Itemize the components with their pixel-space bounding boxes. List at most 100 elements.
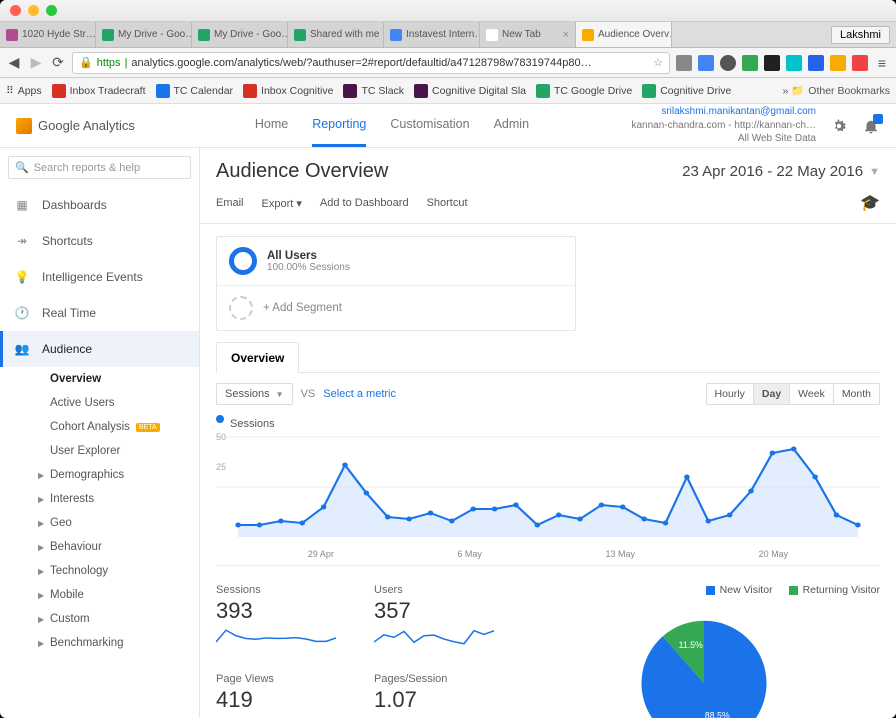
- url-text: |: [125, 57, 128, 69]
- metric-page-views[interactable]: Page Views419: [216, 673, 358, 718]
- bookmark-item[interactable]: TC Google Drive: [536, 84, 632, 98]
- sidebar-item-audience[interactable]: 👥Audience: [0, 331, 199, 367]
- sidebar-sub-geo[interactable]: ▶ Geo: [38, 511, 199, 535]
- sidebar-sub-mobile[interactable]: ▶Mobile: [38, 583, 199, 607]
- extension-icon[interactable]: [676, 55, 692, 71]
- extension-icon[interactable]: [830, 55, 846, 71]
- browser-tab[interactable]: Instavest Intern…×: [384, 22, 480, 47]
- sidebar-sub-interests[interactable]: ▶Interests: [38, 487, 199, 511]
- gran-week[interactable]: Week: [789, 384, 833, 404]
- forward-button[interactable]: ▶: [28, 55, 44, 71]
- sub-label: Custom: [50, 613, 90, 625]
- toolbar-shortcut[interactable]: Shortcut: [427, 197, 468, 209]
- bookmark-item[interactable]: Inbox Cognitive: [243, 84, 333, 98]
- tab-title: New Tab: [502, 29, 541, 40]
- extension-icon[interactable]: [698, 55, 714, 71]
- sub-label: Behaviour: [50, 541, 102, 553]
- segment-name: All Users: [267, 250, 350, 262]
- ga-product-name: Google Analytics: [38, 118, 135, 133]
- sidebar-sub-user-explorer[interactable]: User Explorer: [38, 439, 199, 463]
- sidebar-item-intelligence-events[interactable]: 💡Intelligence Events: [0, 259, 199, 295]
- add-segment[interactable]: + Add Segment: [217, 285, 575, 330]
- close-window-button[interactable]: [10, 5, 21, 16]
- browser-tab[interactable]: Audience Overv…×: [576, 22, 672, 47]
- sidebar-sub-behaviour[interactable]: ▶Behaviour: [38, 535, 199, 559]
- caret-icon: ▶: [38, 519, 46, 528]
- sidebar-item-dashboards[interactable]: ▦Dashboards: [0, 187, 199, 223]
- nav-home[interactable]: Home: [255, 104, 288, 147]
- sidebar-sub-overview[interactable]: Overview: [38, 367, 199, 391]
- browser-tab[interactable]: My Drive - Goo…×: [96, 22, 192, 47]
- extension-icon[interactable]: [720, 55, 736, 71]
- metric-label: Users: [374, 584, 516, 596]
- gran-hourly[interactable]: Hourly: [707, 384, 753, 404]
- legend-item: Returning Visitor: [789, 584, 880, 596]
- favicon: [52, 84, 66, 98]
- date-range-picker[interactable]: 23 Apr 2016 - 22 May 2016 ▼: [682, 163, 880, 180]
- select-metric-link[interactable]: Select a metric: [323, 388, 396, 400]
- metric-selector[interactable]: Sessions ▼: [216, 383, 293, 405]
- ga-logo[interactable]: Google Analytics: [16, 118, 135, 134]
- bookmark-item[interactable]: TC Calendar: [156, 84, 234, 98]
- ga-account-info[interactable]: srilakshmi.manikantan@gmail.com kannan-c…: [631, 105, 816, 146]
- other-bookmarks[interactable]: » 📁 Other Bookmarks: [782, 84, 890, 97]
- toolbar-email[interactable]: Email: [216, 197, 244, 209]
- sidebar-sub-cohort-analysis[interactable]: Cohort AnalysisBETA: [38, 415, 199, 439]
- sidebar-sub-demographics[interactable]: ▶Demographics: [38, 463, 199, 487]
- sub-label: Geo: [50, 517, 72, 529]
- extension-icon[interactable]: [742, 55, 758, 71]
- browser-tab[interactable]: 1020 Hyde Str…×: [0, 22, 96, 47]
- gear-icon[interactable]: [830, 117, 848, 135]
- metric-pages-session[interactable]: Pages/Session1.07: [374, 673, 516, 718]
- maximize-window-button[interactable]: [46, 5, 57, 16]
- url-field[interactable]: 🔒 https | analytics.google.com/analytics…: [72, 52, 670, 74]
- gran-month[interactable]: Month: [833, 384, 879, 404]
- bookmark-item[interactable]: Cognitive Drive: [642, 84, 731, 98]
- bookmark-item[interactable]: Cognitive Digital Sla: [414, 84, 526, 98]
- close-tab-icon[interactable]: ×: [563, 29, 569, 41]
- nav-customisation[interactable]: Customisation: [390, 104, 469, 147]
- bookmarks-bar: ⠿ Apps Inbox Tradecraft TC Calendar Inbox C…: [0, 78, 896, 104]
- bookmark-item[interactable]: Inbox Tradecraft: [52, 84, 146, 98]
- apps-button[interactable]: ⠿ Apps: [6, 85, 42, 97]
- extension-icon[interactable]: [764, 55, 780, 71]
- reload-button[interactable]: ⟳: [50, 55, 66, 71]
- search-input[interactable]: 🔍 Search reports & help: [8, 156, 191, 179]
- toolbar-add-to-dashboard[interactable]: Add to Dashboard: [320, 197, 409, 209]
- granularity-selector: HourlyDayWeekMonth: [706, 383, 880, 405]
- graduation-icon[interactable]: 🎓: [860, 193, 880, 213]
- extension-icon[interactable]: [852, 55, 868, 71]
- search-icon: 🔍: [15, 161, 29, 174]
- caret-icon: ▶: [38, 471, 46, 480]
- sidebar-sub-technology[interactable]: ▶Technology: [38, 559, 199, 583]
- browser-tab[interactable]: Shared with me …×: [288, 22, 384, 47]
- browser-tab[interactable]: My Drive - Goo…×: [192, 22, 288, 47]
- sidebar-item-real-time[interactable]: 🕐Real Time: [0, 295, 199, 331]
- sidebar-item-shortcuts[interactable]: ↠Shortcuts: [0, 223, 199, 259]
- sub-label: Technology: [50, 565, 108, 577]
- nav-admin[interactable]: Admin: [494, 104, 529, 147]
- nav-reporting[interactable]: Reporting: [312, 104, 366, 147]
- back-button[interactable]: ◀: [6, 55, 22, 71]
- sparkline: [216, 624, 336, 646]
- metric-users[interactable]: Users357: [374, 584, 516, 663]
- extension-icon[interactable]: [786, 55, 802, 71]
- sidebar: 🔍 Search reports & help ▦Dashboards↠Shor…: [0, 148, 200, 718]
- sidebar-sub-custom[interactable]: ▶Custom: [38, 607, 199, 631]
- add-segment-icon: [229, 296, 253, 320]
- sidebar-sub-benchmarking[interactable]: ▶Benchmarking: [38, 631, 199, 655]
- sidebar-sub-active-users[interactable]: Active Users: [38, 391, 199, 415]
- menu-button[interactable]: ≡: [874, 55, 890, 71]
- minimize-window-button[interactable]: [28, 5, 39, 16]
- browser-tab[interactable]: New Tab ×: [480, 22, 576, 47]
- tab-overview[interactable]: Overview: [216, 342, 299, 373]
- bell-icon[interactable]: [862, 117, 880, 135]
- profile-button[interactable]: Lakshmi: [831, 26, 890, 44]
- bookmark-item[interactable]: TC Slack: [343, 84, 404, 98]
- metric-sessions[interactable]: Sessions393: [216, 584, 358, 663]
- gran-day[interactable]: Day: [753, 384, 789, 404]
- star-icon[interactable]: ☆: [653, 56, 663, 69]
- toolbar-export[interactable]: Export ▾: [262, 197, 302, 210]
- segment-all-users[interactable]: All Users 100.00% Sessions: [217, 237, 575, 285]
- extension-icon[interactable]: [808, 55, 824, 71]
